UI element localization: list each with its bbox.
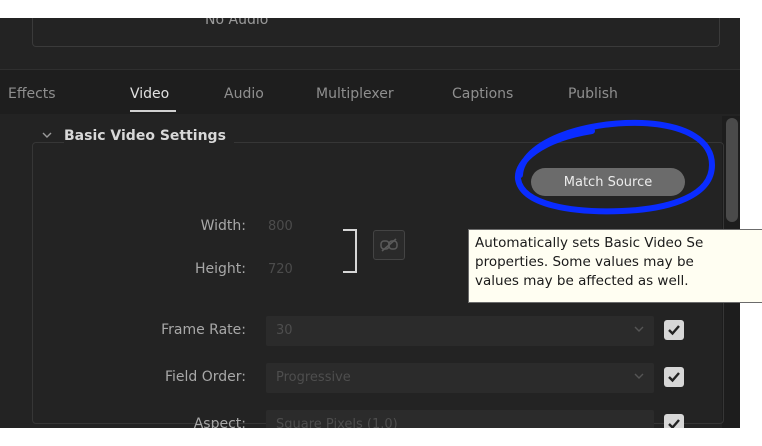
checkmark-icon	[668, 372, 680, 383]
field-order-dropdown[interactable]: Progressive	[266, 363, 654, 393]
frame-rate-checkbox[interactable]	[664, 320, 684, 340]
width-value[interactable]: 800	[268, 219, 293, 234]
frame-rate-value: 30	[276, 323, 293, 338]
chevron-down-icon	[634, 322, 644, 336]
frame-rate-dropdown[interactable]: 30	[266, 316, 654, 346]
tab-effects[interactable]: Effects	[8, 86, 56, 102]
dimension-link-bracket	[343, 229, 357, 273]
match-source-tooltip: Automatically sets Basic Video Se proper…	[468, 229, 762, 303]
tooltip-line: values may be affected as well.	[475, 273, 689, 289]
field-order-label: Field Order:	[164, 369, 246, 385]
aspect-label: Aspect:	[193, 416, 246, 428]
chevron-down-icon[interactable]	[42, 128, 52, 142]
tooltip-line: Automatically sets Basic Video Se	[475, 235, 704, 251]
aspect-value: Square Pixels (1.0)	[276, 417, 398, 428]
tab-captions[interactable]: Captions	[452, 86, 513, 102]
chevron-down-icon	[634, 369, 644, 383]
active-tab-indicator	[130, 110, 176, 112]
aspect-checkbox[interactable]	[664, 414, 684, 428]
frame-rate-label: Frame Rate:	[161, 322, 246, 338]
annotation-circle	[514, 119, 716, 215]
scrollbar-thumb[interactable]	[726, 118, 738, 222]
field-order-value: Progressive	[276, 370, 351, 385]
aspect-dropdown[interactable]: Square Pixels (1.0)	[266, 410, 654, 428]
tab-publish[interactable]: Publish	[568, 86, 618, 102]
section-title[interactable]: Basic Video Settings	[64, 128, 234, 144]
width-label: Width:	[200, 218, 246, 234]
tooltip-line: properties. Some values may be	[475, 254, 694, 270]
height-value[interactable]: 720	[268, 262, 293, 277]
height-label: Height:	[195, 261, 246, 277]
audio-summary-box: No Audio	[32, 18, 720, 47]
field-order-checkbox[interactable]	[664, 367, 684, 387]
checkmark-icon	[668, 325, 680, 336]
audio-summary-label: No Audio	[205, 18, 269, 28]
tab-audio[interactable]: Audio	[224, 86, 264, 102]
link-broken-icon[interactable]	[373, 230, 405, 260]
checkmark-icon	[668, 419, 680, 428]
aspect-row-clip: Aspect: Square Pixels (1.0)	[0, 410, 740, 428]
tab-multiplexer[interactable]: Multiplexer	[316, 86, 394, 102]
tab-video[interactable]: Video	[130, 86, 169, 102]
